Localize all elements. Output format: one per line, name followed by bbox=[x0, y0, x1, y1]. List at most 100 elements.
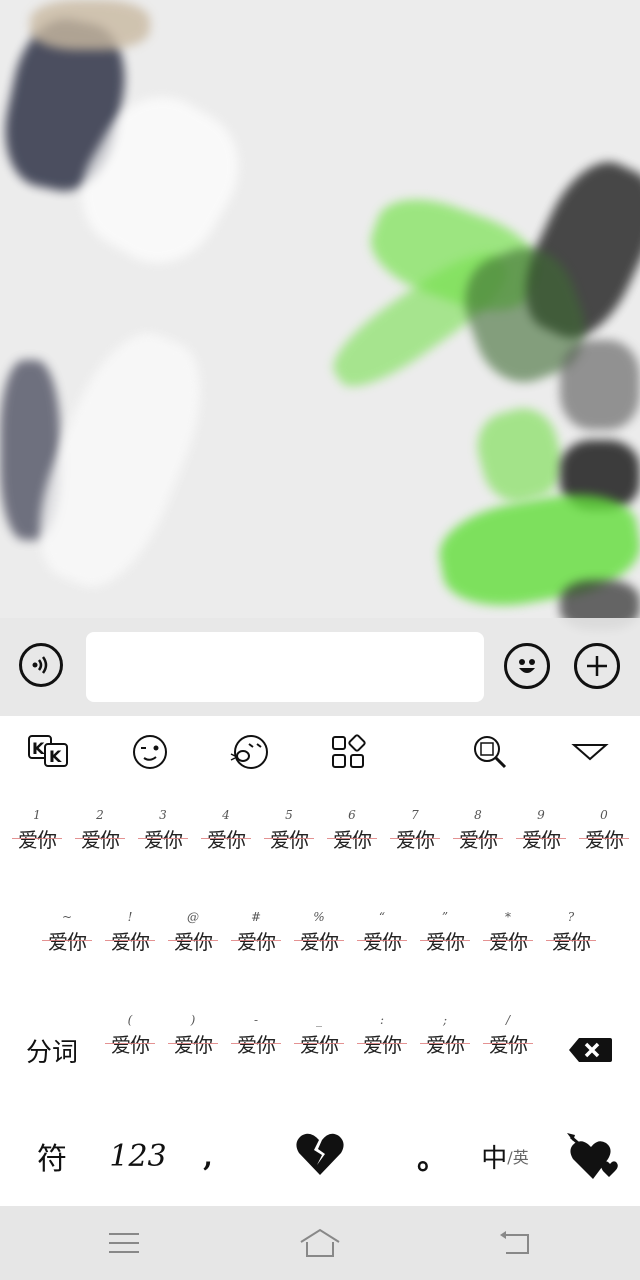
key-at[interactable]: @ 爱你 bbox=[162, 910, 224, 990]
emoticon-button[interactable] bbox=[126, 728, 174, 776]
key-label: 爱你 bbox=[258, 824, 320, 853]
key-label: 爱你 bbox=[384, 824, 446, 853]
wallpaper-stroke bbox=[30, 0, 150, 50]
key-close-paren[interactable]: ) 爱你 bbox=[162, 1013, 224, 1093]
key-dash[interactable]: - 爱你 bbox=[225, 1013, 287, 1093]
key-label: 爱你 bbox=[6, 824, 68, 853]
key-label: 爱你 bbox=[321, 824, 383, 853]
emoji-button[interactable] bbox=[504, 643, 550, 689]
segment-label: 分词 bbox=[25, 1037, 78, 1068]
key-hint: % bbox=[313, 910, 325, 924]
kk-logo-icon: K K bbox=[28, 735, 68, 767]
space-key[interactable] bbox=[260, 1124, 380, 1184]
key-label: 爱你 bbox=[351, 926, 413, 955]
broken-heart-icon bbox=[296, 1133, 344, 1175]
key-hint: _ bbox=[316, 1013, 322, 1027]
key-open-quote[interactable]: “ 爱你 bbox=[351, 910, 413, 990]
delete-key[interactable] bbox=[562, 1030, 618, 1070]
number-key[interactable]: 123 bbox=[100, 1128, 176, 1184]
key-3[interactable]: 3 爱你 bbox=[132, 808, 194, 888]
key-6[interactable]: 6 爱你 bbox=[321, 808, 383, 888]
segment-key[interactable]: 分词 bbox=[14, 1022, 90, 1078]
key-exclaim[interactable]: ! 爱你 bbox=[99, 910, 161, 990]
wallpaper-stroke bbox=[469, 401, 571, 509]
key-label: 爱你 bbox=[225, 926, 287, 955]
symbol-key[interactable]: 符 bbox=[22, 1128, 82, 1184]
key-hint: - bbox=[253, 1013, 259, 1027]
key-5[interactable]: 5 爱你 bbox=[258, 808, 320, 888]
key-label: 爱你 bbox=[69, 824, 131, 853]
key-hint: ? bbox=[567, 910, 575, 924]
image-search-button[interactable] bbox=[466, 728, 514, 776]
key-tilde[interactable]: ~ 爱你 bbox=[36, 910, 98, 990]
expression-button[interactable] bbox=[226, 728, 274, 776]
kk-logo-button[interactable]: K K bbox=[26, 728, 74, 776]
key-label: 爱你 bbox=[414, 1029, 476, 1058]
key-hint: @ bbox=[187, 910, 199, 924]
key-0[interactable]: 0 爱你 bbox=[573, 808, 635, 888]
wallpaper-stroke bbox=[560, 340, 640, 430]
period-key[interactable]: 。 bbox=[408, 1128, 456, 1184]
key-label: 爱你 bbox=[132, 824, 194, 853]
key-1[interactable]: 1 爱你 bbox=[6, 808, 68, 888]
key-open-paren[interactable]: (爱你 bbox=[99, 1013, 161, 1093]
key-percent[interactable]: % 爱你 bbox=[288, 910, 350, 990]
key-label: 爱你 bbox=[414, 926, 476, 955]
key-hint: ” bbox=[441, 910, 449, 924]
menu-button[interactable] bbox=[100, 1220, 148, 1266]
key-2[interactable]: 2 爱你 bbox=[69, 808, 131, 888]
key-hint: 4 bbox=[222, 808, 230, 822]
more-button[interactable] bbox=[574, 643, 620, 689]
period-label: 。 bbox=[417, 1142, 447, 1177]
key-underscore[interactable]: _ 爱你 bbox=[288, 1013, 350, 1093]
key-label: 爱你 bbox=[288, 926, 350, 955]
voice-button[interactable] bbox=[19, 643, 63, 687]
key-hint: 1 bbox=[33, 808, 41, 822]
key-4[interactable]: 4 爱你 bbox=[195, 808, 257, 888]
key-asterisk[interactable]: * 爱你 bbox=[477, 910, 539, 990]
key-hint: # bbox=[250, 910, 262, 924]
lang-sub-label: /英 bbox=[507, 1148, 529, 1167]
key-hint: 6 bbox=[348, 808, 356, 822]
key-close-quote[interactable]: ” 爱你 bbox=[414, 910, 476, 990]
menu-icon bbox=[109, 1233, 139, 1253]
collapse-triangle-icon bbox=[571, 744, 609, 761]
key-hint: 2 bbox=[96, 808, 104, 822]
back-button[interactable] bbox=[492, 1220, 540, 1266]
key-semicolon[interactable]: ; 爱你 bbox=[414, 1013, 476, 1093]
message-input[interactable] bbox=[86, 632, 484, 702]
smiley-icon bbox=[519, 659, 535, 673]
comma-key[interactable]: , bbox=[186, 1128, 230, 1184]
key-hash[interactable]: # 爱你 bbox=[225, 910, 287, 990]
home-icon bbox=[300, 1228, 340, 1257]
language-switch-key[interactable]: 中 /英 bbox=[470, 1128, 540, 1184]
enter-key[interactable] bbox=[556, 1122, 626, 1188]
key-8[interactable]: 8 爱你 bbox=[447, 808, 509, 888]
key-question[interactable]: ? 爱你 bbox=[540, 910, 602, 990]
key-label: 爱你 bbox=[351, 1029, 413, 1058]
svg-text:K: K bbox=[49, 747, 62, 766]
apps-grid-icon bbox=[332, 734, 366, 768]
comma-label: , bbox=[203, 1139, 213, 1173]
key-7[interactable]: 7 爱你 bbox=[384, 808, 446, 888]
key-hint: / bbox=[505, 1013, 511, 1027]
key-label: 爱你 bbox=[195, 824, 257, 853]
key-slash[interactable]: / 爱你 bbox=[477, 1013, 539, 1093]
key-hint: 0 bbox=[600, 808, 608, 822]
key-label: 爱你 bbox=[447, 824, 509, 853]
lang-main-label: 中 bbox=[481, 1143, 508, 1174]
key-hint: ) bbox=[190, 1013, 196, 1027]
key-label: 爱你 bbox=[99, 926, 161, 955]
number-label: 123 bbox=[109, 1138, 167, 1174]
key-label: 爱你 bbox=[540, 926, 602, 955]
chat-wallpaper bbox=[0, 0, 640, 716]
symbol-label: 符 bbox=[37, 1142, 67, 1177]
key-colon[interactable]: : 爱你 bbox=[351, 1013, 413, 1093]
svg-text:K: K bbox=[32, 739, 45, 758]
key-label: 爱你 bbox=[36, 926, 98, 955]
key-9[interactable]: 9 爱你 bbox=[510, 808, 572, 888]
collapse-keyboard-button[interactable] bbox=[566, 728, 614, 776]
arrow-hearts-icon bbox=[567, 1133, 618, 1179]
home-button[interactable] bbox=[296, 1220, 344, 1266]
apps-button[interactable] bbox=[324, 728, 372, 776]
